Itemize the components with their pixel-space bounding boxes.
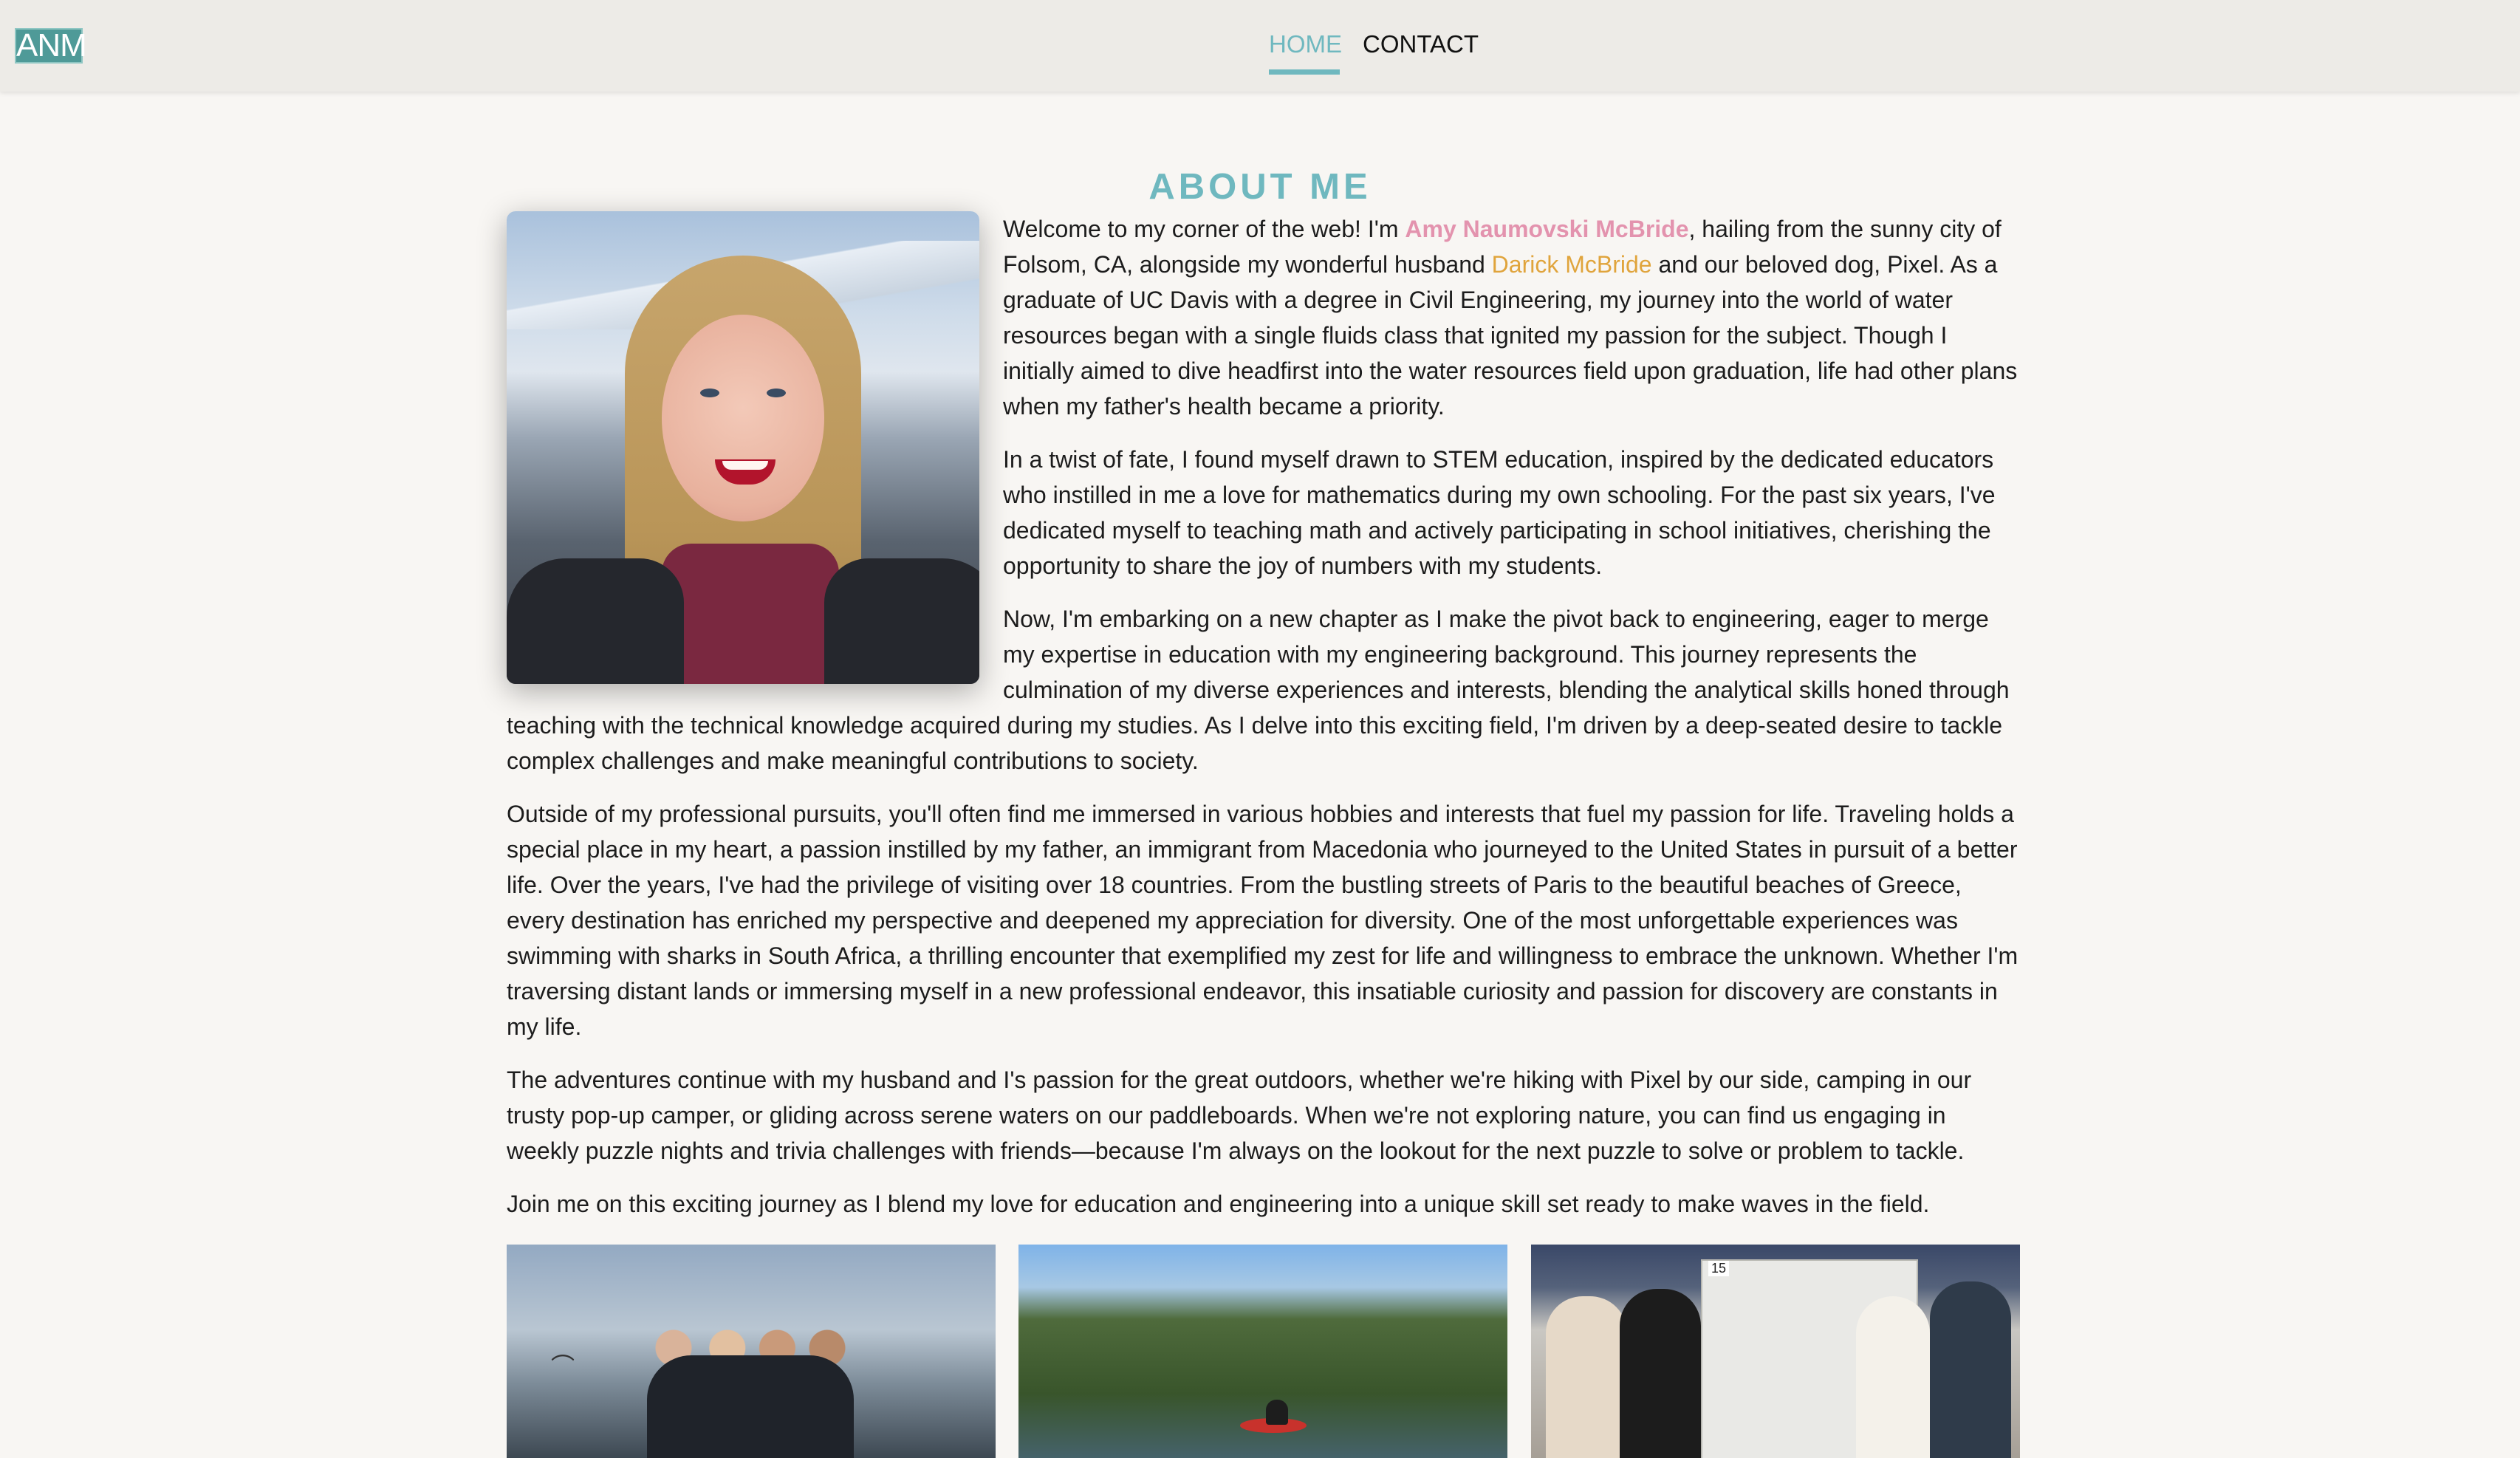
photo-jacket-right [824,558,979,684]
poster-number: 15 [1708,1261,1730,1276]
about-paragraph-5: The adventures continue with my husband … [507,1067,1972,1164]
site-logo[interactable]: ANM [15,28,87,64]
p1-text-before: Welcome to my corner of the web! I'm [1003,216,1405,242]
nav-link-contact[interactable]: CONTACT [1363,28,1479,61]
about-paragraph-6: Join me on this exciting journey as I bl… [507,1191,1930,1217]
photo-face [662,315,824,521]
active-nav-indicator [1269,69,1340,75]
about-heading: ABOUT ME [1148,166,1372,207]
about-content: Welcome to my corner of the web! I'm Amy… [507,211,2019,1239]
person-1 [1546,1296,1627,1458]
nav-link-home[interactable]: HOME [1269,28,1342,61]
photo-teeth [722,461,768,470]
person-2 [1620,1289,1701,1458]
photo-right-eye [767,389,786,397]
paddler [1266,1400,1288,1425]
bird-icon: ⌒ [551,1353,575,1380]
photo-sweater [662,544,839,684]
group-people [647,1355,854,1458]
top-navbar: ANM HOME CONTACT [0,0,2520,92]
gallery-photo-lake [1018,1245,1507,1458]
gallery-photo-poster-session: 15 [1531,1245,2020,1458]
person-4 [1930,1281,2011,1458]
photo-left-eye [700,389,719,397]
highlight-name-darick: Darick McBride [1491,251,1652,278]
photo-jacket-left [507,558,684,684]
profile-photo [507,211,979,684]
person-3 [1856,1296,1930,1458]
gallery-photo-boat: ⌒ [507,1245,996,1458]
highlight-name-amy: Amy Naumovski McBride [1405,216,1689,242]
about-paragraph-4: Outside of my professional pursuits, you… [507,801,2019,1040]
